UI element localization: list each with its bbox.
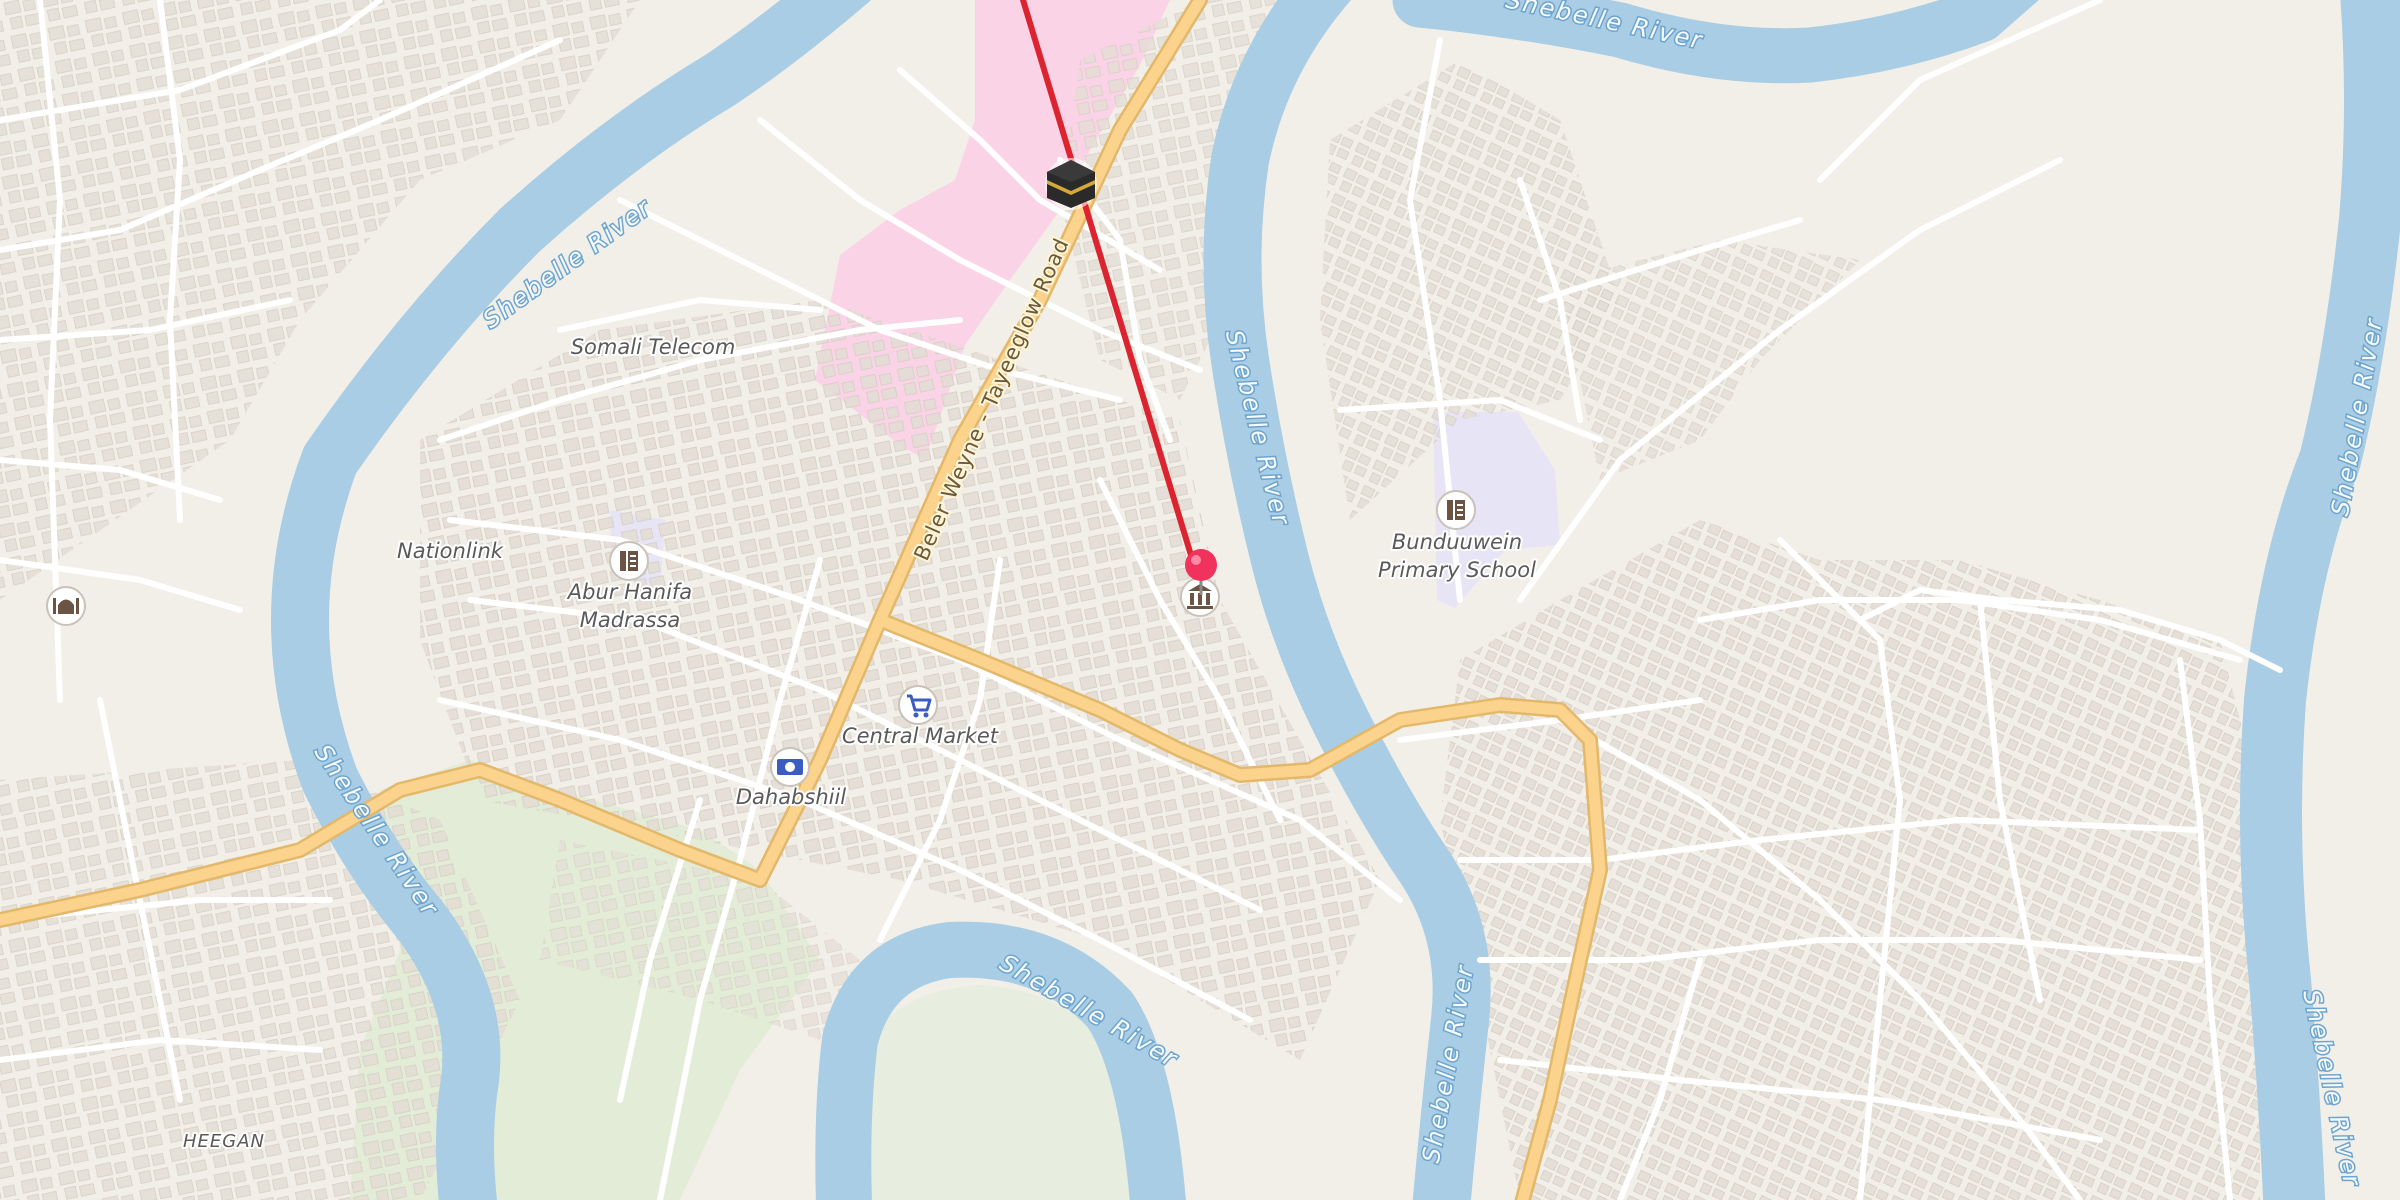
- label-dahabshiil: Dahabshiil: [736, 785, 846, 809]
- mosque-icon[interactable]: [46, 586, 86, 626]
- label-somali-telecom: Somali Telecom: [571, 335, 736, 359]
- school-icon-bunduuwein[interactable]: [1436, 490, 1476, 530]
- map-canvas[interactable]: Somali Telecom Nationlink Abur Hanifa Ma…: [0, 0, 2400, 1200]
- kaaba-icon[interactable]: [1045, 158, 1097, 210]
- banknote-icon[interactable]: [770, 747, 810, 787]
- label-heegan: HEEGAN: [183, 1131, 265, 1152]
- label-bunduuwein-line1: Bunduuwein: [1392, 530, 1522, 554]
- school-icon-madrassa[interactable]: [609, 541, 649, 581]
- label-central-market: Central Market: [842, 724, 999, 748]
- label-abur-hanifa-line2: Madrassa: [580, 608, 681, 632]
- label-nationlink: Nationlink: [397, 539, 504, 563]
- shopping-cart-icon[interactable]: [898, 685, 938, 725]
- label-bunduuwein-line2: Primary School: [1378, 558, 1536, 582]
- label-abur-hanifa-line1: Abur Hanifa: [566, 580, 692, 604]
